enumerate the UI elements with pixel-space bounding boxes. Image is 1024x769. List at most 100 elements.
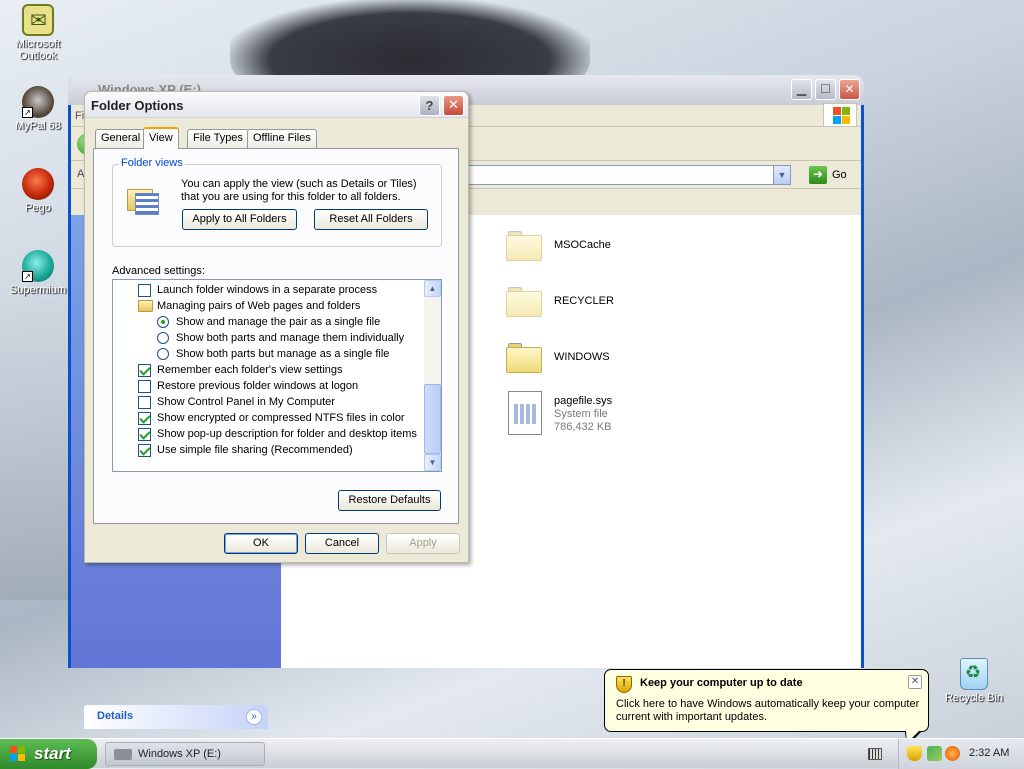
- checkbox[interactable]: [138, 364, 151, 377]
- advanced-setting-row[interactable]: Restore previous folder windows at logon: [113, 378, 423, 394]
- list-item[interactable]: MSOCache: [506, 229, 766, 269]
- advanced-setting-row[interactable]: Show Control Panel in My Computer: [113, 394, 423, 410]
- details-panel-header[interactable]: Details »: [84, 705, 268, 729]
- checkbox[interactable]: [138, 428, 151, 441]
- minimize-button[interactable]: ▁: [791, 79, 812, 100]
- desktop-icon-label: Microsoft Outlook: [15, 38, 61, 62]
- vertical-scrollbar[interactable]: ▲ ▼: [424, 280, 441, 471]
- checkbox[interactable]: [138, 284, 151, 297]
- security-shield-icon: !: [616, 676, 632, 693]
- clock: 2:32 AM: [969, 747, 1010, 759]
- advanced-setting-row[interactable]: Use simple file sharing (Recommended): [113, 442, 423, 458]
- advanced-setting-label: Show Control Panel in My Computer: [157, 396, 335, 408]
- checkbox[interactable]: [138, 444, 151, 457]
- update-notification-balloon[interactable]: ! Keep your computer up to date ✕ Click …: [604, 669, 929, 746]
- checkbox[interactable]: [138, 380, 151, 393]
- desktop-icon-recycle-bin[interactable]: Recycle Bin: [936, 658, 1012, 704]
- advanced-setting-row[interactable]: Launch folder windows in a separate proc…: [113, 282, 423, 298]
- advanced-setting-row[interactable]: Show encrypted or compressed NTFS files …: [113, 410, 423, 426]
- advanced-setting-row[interactable]: Show both parts but manage as a single f…: [113, 346, 423, 362]
- dialog-close-button[interactable]: ✕: [443, 95, 464, 116]
- advanced-setting-row[interactable]: Show pop-up description for folder and d…: [113, 426, 423, 442]
- drive-icon: [114, 749, 132, 760]
- network-icon[interactable]: [927, 746, 942, 761]
- reset-all-folders-button[interactable]: Reset All Folders: [314, 209, 428, 230]
- recycle-bin-icon: [960, 658, 988, 690]
- supermium-icon: ↗: [22, 250, 54, 282]
- folder-icon: [506, 229, 542, 261]
- keyboard-icon[interactable]: [868, 748, 882, 760]
- advanced-setting-label: Launch folder windows in a separate proc…: [157, 284, 378, 296]
- folder-views-description: You can apply the view (such as Details …: [181, 178, 417, 203]
- folder-icon: [138, 300, 153, 312]
- apply-button[interactable]: Apply: [386, 533, 460, 554]
- tab-offline-files[interactable]: Offline Files: [247, 129, 317, 148]
- taskbar-item-explorer[interactable]: Windows XP (E:): [105, 742, 265, 766]
- close-button[interactable]: ✕: [839, 79, 860, 100]
- scroll-up-button[interactable]: ▲: [424, 280, 441, 297]
- radio-button[interactable]: [157, 316, 169, 328]
- address-dropdown-button[interactable]: ▼: [773, 166, 790, 184]
- advanced-settings-label: Advanced settings:: [112, 265, 205, 277]
- desktop-icon-supermium[interactable]: ↗ Supermium: [0, 250, 76, 296]
- search-icon[interactable]: [945, 746, 960, 761]
- shortcut-arrow-icon: ↗: [22, 271, 33, 282]
- desktop-icon-mypal[interactable]: ↗ MyPal 68: [0, 86, 76, 132]
- balloon-title: Keep your computer up to date: [640, 677, 803, 689]
- list-item[interactable]: WINDOWS: [506, 341, 766, 381]
- desktop-icon-label: Recycle Bin: [944, 692, 1004, 704]
- folder-icon: [506, 285, 542, 317]
- advanced-setting-label: Show encrypted or compressed NTFS files …: [157, 412, 405, 424]
- folder-views-group: Folder views You can apply the view (suc…: [112, 157, 442, 247]
- chevron-down-icon[interactable]: »: [246, 709, 262, 725]
- windows-flag-icon: [10, 746, 26, 762]
- list-item[interactable]: pagefile.sys System file 786,432 KB: [506, 391, 766, 439]
- shortcut-arrow-icon: ↗: [22, 107, 33, 118]
- scrollbar-thumb[interactable]: [424, 384, 441, 454]
- balloon-text: Click here to have Windows automatically…: [616, 698, 920, 723]
- radio-button[interactable]: [157, 348, 169, 360]
- desktop-icon-label: MyPal 68: [15, 120, 61, 132]
- help-button[interactable]: ?: [419, 95, 440, 116]
- advanced-setting-label: Remember each folder's view settings: [157, 364, 343, 376]
- folder-icon: [506, 341, 542, 373]
- checkbox[interactable]: [138, 396, 151, 409]
- radio-button[interactable]: [157, 332, 169, 344]
- mypal-icon: ↗: [22, 86, 54, 118]
- advanced-setting-row[interactable]: Managing pairs of Web pages and folders: [113, 298, 423, 314]
- advanced-setting-row[interactable]: Show both parts and manage them individu…: [113, 330, 423, 346]
- dialog-titlebar[interactable]: Folder Options ? ✕: [85, 92, 468, 118]
- tab-view[interactable]: View: [143, 127, 179, 149]
- checkbox[interactable]: [138, 412, 151, 425]
- go-button[interactable]: ➜ Go: [809, 166, 859, 184]
- cancel-button[interactable]: Cancel: [305, 533, 379, 554]
- advanced-setting-label: Show pop-up description for folder and d…: [157, 428, 417, 440]
- maximize-button[interactable]: ☐: [815, 79, 836, 100]
- security-shield-tray-icon[interactable]: [907, 746, 922, 761]
- menu-file[interactable]: Fi: [75, 110, 84, 122]
- desktop-icon-pego[interactable]: Pego: [0, 168, 76, 214]
- system-tray: 2:32 AM: [898, 739, 1024, 769]
- balloon-close-button[interactable]: ✕: [908, 675, 922, 689]
- tab-general[interactable]: General: [95, 129, 147, 148]
- folder-views-icon: [127, 185, 161, 215]
- advanced-settings-list[interactable]: Use simple file sharing (Recommended) Sho…: [112, 279, 442, 472]
- go-label: Go: [832, 169, 847, 181]
- taskbar-item-label: Windows XP (E:): [138, 748, 221, 760]
- advanced-setting-row[interactable]: Remember each folder's view settings: [113, 362, 423, 378]
- group-legend: Folder views: [119, 157, 185, 169]
- advanced-setting-row[interactable]: Show and manage the pair as a single fil…: [113, 314, 423, 330]
- ok-button[interactable]: OK: [224, 533, 298, 554]
- apply-to-all-folders-button[interactable]: Apply to All Folders: [182, 209, 297, 230]
- start-button[interactable]: start: [0, 739, 97, 769]
- go-arrow-icon: ➜: [809, 166, 827, 184]
- restore-defaults-button[interactable]: Restore Defaults: [338, 490, 441, 511]
- advanced-setting-label: Managing pairs of Web pages and folders: [157, 300, 361, 312]
- folder-options-dialog[interactable]: Folder Options ? ✕ General View File Typ…: [84, 91, 469, 563]
- desktop-icon-outlook[interactable]: Microsoft Outlook: [0, 4, 76, 62]
- scroll-down-button[interactable]: ▼: [424, 454, 441, 471]
- view-tab-page: Folder views You can apply the view (suc…: [93, 148, 459, 524]
- list-item[interactable]: RECYCLER: [506, 285, 766, 325]
- tab-file-types[interactable]: File Types: [187, 129, 249, 148]
- start-label: start: [34, 744, 71, 763]
